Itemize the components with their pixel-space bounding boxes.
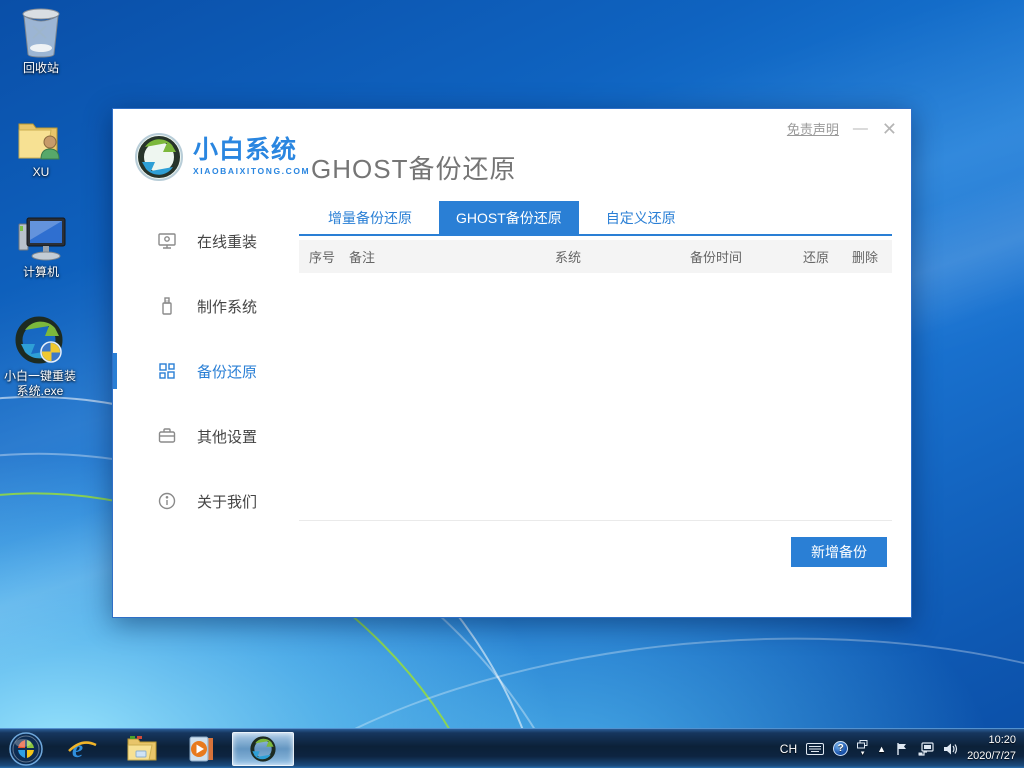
app-name: 小白系统 [193, 138, 310, 163]
tab-gap [579, 201, 589, 234]
sidebar-item-about-us[interactable]: 关于我们 [113, 481, 299, 521]
column-header-restore: 还原 [803, 247, 852, 266]
xiaobai-app-icon [249, 735, 277, 763]
desktop-icon-computer[interactable]: 计算机 [4, 212, 78, 280]
desktop-icon-label: XU [4, 165, 78, 180]
content-panel: 增量备份还原 GHOST备份还原 自定义还原 序号 备注 系统 备份时间 还原 … [299, 201, 911, 617]
xiaobai-app-icon [3, 316, 77, 366]
sidebar-item-label: 制作系统 [197, 296, 257, 317]
xiaobai-app-window: 小白系统 XIAOBAIXITONG.COM GHOST备份还原 免责声明 — … [112, 108, 912, 618]
minimize-icon[interactable]: — [853, 121, 868, 136]
desktop-icon-xiaobai-app[interactable]: 小白一键重装 系统.exe [3, 316, 77, 399]
info-icon [157, 491, 177, 511]
ime-toolbar-icon[interactable]: ▾ [857, 740, 868, 757]
desktop-icon-label: 小白一键重装 系统.exe [3, 369, 77, 399]
footer: 新增备份 [299, 521, 892, 567]
column-header-backup-time: 备份时间 [690, 247, 803, 266]
windows-start-icon [9, 732, 43, 766]
help-icon[interactable]: ? [833, 741, 848, 756]
recycle-bin-icon [4, 8, 78, 58]
action-center-flag-icon[interactable] [895, 742, 909, 756]
system-tray: CH ? ▾ ▲ 10:20 2020/7/27 [780, 729, 1024, 768]
network-icon[interactable] [918, 742, 934, 756]
taskbar-buttons: e [0, 729, 294, 768]
monitor-reinstall-icon [157, 231, 177, 251]
add-backup-button[interactable]: 新增备份 [791, 537, 887, 567]
sidebar: 在线重装 制作系统 [113, 201, 299, 617]
desktop-icon-label: 回收站 [4, 61, 78, 76]
window-header: 小白系统 XIAOBAIXITONG.COM GHOST备份还原 免责声明 — … [113, 109, 911, 201]
sidebar-item-backup-restore[interactable]: 备份还原 [113, 351, 299, 391]
usb-drive-icon [157, 296, 177, 316]
taskbar-button-media-player[interactable] [172, 729, 232, 768]
start-button[interactable] [0, 729, 52, 768]
tab-ghost-backup-restore[interactable]: GHOST备份还原 [439, 201, 579, 234]
sidebar-item-online-reinstall[interactable]: 在线重装 [113, 221, 299, 261]
column-header-system: 系统 [555, 247, 690, 266]
backup-table-header: 序号 备注 系统 备份时间 还原 删除 [299, 240, 892, 273]
clock-time: 10:20 [967, 733, 1016, 749]
taskbar-button-windows-explorer[interactable] [112, 729, 172, 768]
keyboard-icon[interactable] [806, 743, 824, 755]
ime-dropdown-arrow: ▾ [861, 750, 865, 757]
user-folder-icon [4, 112, 78, 162]
svg-text:e: e [72, 736, 83, 763]
tab-bar: 增量备份还原 GHOST备份还原 自定义还原 [299, 201, 892, 236]
backup-grid-icon [157, 361, 177, 381]
sidebar-item-make-system[interactable]: 制作系统 [113, 286, 299, 326]
app-domain: XIAOBAIXITONG.COM [193, 166, 310, 176]
language-indicator[interactable]: CH [780, 742, 797, 756]
column-header-note: 备注 [349, 247, 555, 266]
briefcase-icon [157, 426, 177, 446]
taskbar-button-xiaobai-app-active[interactable] [232, 732, 294, 766]
tab-gap [429, 201, 439, 234]
show-hidden-icons[interactable]: ▲ [877, 744, 886, 754]
sidebar-item-label: 在线重装 [197, 231, 257, 252]
taskbar-button-internet-explorer[interactable]: e [52, 729, 112, 768]
desktop: 回收站 XU 计算机 [0, 0, 1024, 768]
desktop-icon-recycle-bin[interactable]: 回收站 [4, 8, 78, 76]
volume-icon[interactable] [943, 742, 958, 756]
close-icon[interactable]: ✕ [882, 120, 897, 138]
sidebar-item-label: 备份还原 [197, 361, 257, 382]
backup-table-body-empty [299, 273, 892, 520]
sidebar-item-other-settings[interactable]: 其他设置 [113, 416, 299, 456]
desktop-icon-user-folder[interactable]: XU [4, 112, 78, 180]
taskbar-clock[interactable]: 10:20 2020/7/27 [967, 733, 1016, 765]
internet-explorer-icon: e [67, 734, 97, 764]
app-logo-icon [133, 131, 185, 183]
clock-date: 2020/7/27 [967, 749, 1016, 765]
column-header-delete: 删除 [852, 247, 892, 266]
folder-icon [126, 735, 158, 763]
computer-icon [4, 212, 78, 262]
taskbar: e [0, 728, 1024, 768]
column-header-seq: 序号 [309, 247, 349, 266]
app-logo-text: 小白系统 XIAOBAIXITONG.COM [193, 138, 310, 176]
sidebar-item-label: 关于我们 [197, 491, 257, 512]
desktop-icon-label: 计算机 [4, 265, 78, 280]
page-title: GHOST备份还原 [311, 149, 516, 186]
sidebar-item-label: 其他设置 [197, 426, 257, 447]
media-player-icon [187, 734, 217, 764]
app-logo: 小白系统 XIAOBAIXITONG.COM [133, 131, 310, 183]
tab-incremental-backup-restore[interactable]: 增量备份还原 [311, 201, 429, 234]
window-body: 在线重装 制作系统 [113, 201, 911, 617]
window-controls: 免责声明 — ✕ [787, 119, 897, 138]
tab-custom-restore[interactable]: 自定义还原 [589, 201, 693, 234]
disclaimer-link[interactable]: 免责声明 [787, 119, 839, 138]
